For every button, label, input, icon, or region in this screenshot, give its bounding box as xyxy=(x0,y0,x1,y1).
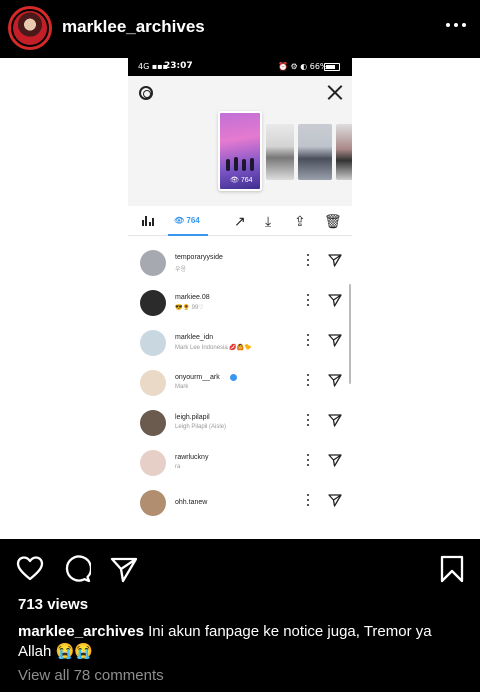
settings-gear-icon[interactable] xyxy=(139,86,153,100)
caption-username[interactable]: marklee_archives xyxy=(18,623,144,640)
viewer-full-name: Mark Lee Indonesia 💋🙆🐤 xyxy=(175,345,252,351)
viewer-avatar[interactable] xyxy=(140,410,166,436)
post-media: 4G ▪▪▪ 23:07 ⏰ ⚙ ◐ 66% 👁 764 👁 764 ↗ ⤓ ⇪… xyxy=(0,58,480,539)
download-icon[interactable]: ⤓ xyxy=(265,214,271,228)
viewer-username[interactable]: leigh.pilapil xyxy=(175,414,210,421)
bookmark-icon[interactable] xyxy=(438,555,466,583)
viewer-full-name: 😎🌻 99♡ xyxy=(175,305,204,311)
viewer-full-name: Mark xyxy=(175,384,189,390)
send-message-icon[interactable] xyxy=(328,453,342,467)
story-screenshot: 4G ▪▪▪ 23:07 ⏰ ⚙ ◐ 66% 👁 764 👁 764 ↗ ⤓ ⇪… xyxy=(128,58,352,539)
viewer-more-icon[interactable] xyxy=(306,254,310,266)
send-message-icon[interactable] xyxy=(328,493,342,507)
story-thumbnail[interactable] xyxy=(298,124,332,180)
viewer-row[interactable]: onyourm__ark Mark xyxy=(128,364,352,404)
status-icons: ⏰ ⚙ ◐ 66% xyxy=(278,62,328,71)
profile-avatar[interactable] xyxy=(8,6,52,50)
delete-trash-icon[interactable]: 🗑 xyxy=(324,214,342,228)
status-time: 23:07 xyxy=(164,61,193,71)
post-caption: marklee_archives Ini akun fanpage ke not… xyxy=(18,622,468,662)
viewer-avatar[interactable] xyxy=(140,250,166,276)
story-insights-tabs: 👁 764 ↗ ⤓ ⇪ 🗑 xyxy=(128,206,352,236)
viewer-more-icon[interactable] xyxy=(306,414,310,426)
viewer-username[interactable]: ohh.tanew xyxy=(175,499,207,506)
viewer-full-name: Leigh Pilapil (Aisle) xyxy=(175,424,227,430)
story-preview-strip: 👁 764 xyxy=(128,76,352,206)
phone-status-bar: 4G ▪▪▪ 23:07 ⏰ ⚙ ◐ 66% xyxy=(128,58,352,76)
viewer-full-name: ra xyxy=(175,464,181,470)
viewer-username[interactable]: onyourm__ark xyxy=(175,374,220,381)
post-username[interactable]: marklee_archives xyxy=(62,17,205,37)
comment-bubble-icon[interactable] xyxy=(63,555,91,583)
viewer-avatar[interactable] xyxy=(140,450,166,476)
viewer-more-icon[interactable] xyxy=(306,334,310,346)
tab-viewers[interactable]: 👁 764 xyxy=(174,216,200,225)
insights-bar-chart-icon[interactable] xyxy=(142,216,154,226)
viewer-username[interactable]: rawrluckny xyxy=(175,454,208,461)
viewer-row[interactable]: marklee_idn Mark Lee Indonesia 💋🙆🐤 xyxy=(128,324,352,364)
promote-trend-icon[interactable]: ↗ xyxy=(234,214,246,228)
story-view-count: 👁 764 xyxy=(230,177,253,184)
viewer-avatar[interactable] xyxy=(140,330,166,356)
avatar-image xyxy=(11,9,49,47)
viewer-list: temporaryyside 우응 markiee.08 😎🌻 99♡ marklee_… xyxy=(128,236,352,539)
viewer-row[interactable]: temporaryyside 우응 xyxy=(128,244,352,284)
more-options-icon[interactable] xyxy=(446,20,466,30)
viewer-row[interactable]: ohh.tanew xyxy=(128,484,352,524)
viewer-list-scrollbar[interactable] xyxy=(349,284,351,384)
viewer-username[interactable]: marklee_idn xyxy=(175,334,213,341)
send-message-icon[interactable] xyxy=(328,373,342,387)
viewer-avatar[interactable] xyxy=(140,490,166,516)
viewer-more-icon[interactable] xyxy=(306,494,310,506)
send-message-icon[interactable] xyxy=(328,253,342,267)
viewer-username[interactable]: markiee.08 xyxy=(175,294,210,301)
story-thumbnail[interactable] xyxy=(266,124,294,180)
battery-icon xyxy=(324,63,340,71)
viewer-username[interactable]: temporaryyside xyxy=(175,254,223,261)
viewer-row[interactable]: rawrluckny ra xyxy=(128,444,352,484)
heart-icon[interactable] xyxy=(16,555,44,583)
verified-badge-icon xyxy=(230,374,237,381)
close-icon[interactable] xyxy=(327,84,343,100)
story-thumbnail[interactable] xyxy=(336,124,352,180)
send-message-icon[interactable] xyxy=(328,333,342,347)
send-message-icon[interactable] xyxy=(328,293,342,307)
viewer-more-icon[interactable] xyxy=(306,294,310,306)
viewer-row[interactable]: markiee.08 😎🌻 99♡ xyxy=(128,284,352,324)
paper-plane-icon[interactable] xyxy=(110,555,138,583)
viewer-avatar[interactable] xyxy=(140,290,166,316)
viewer-more-icon[interactable] xyxy=(306,454,310,466)
post-action-bar xyxy=(0,539,480,595)
story-thumbnail-selected[interactable]: 👁 764 xyxy=(218,111,262,191)
send-message-icon[interactable] xyxy=(328,413,342,427)
post-header: marklee_archives xyxy=(0,0,480,58)
share-upload-icon[interactable]: ⇪ xyxy=(294,214,306,228)
view-comments-link[interactable]: View all 78 comments xyxy=(18,667,164,684)
viewer-full-name: 우응 xyxy=(175,267,187,273)
viewer-more-icon[interactable] xyxy=(306,374,310,386)
viewer-row[interactable]: leigh.pilapil Leigh Pilapil (Aisle) xyxy=(128,404,352,444)
view-count[interactable]: 713 views xyxy=(18,596,88,613)
viewer-avatar[interactable] xyxy=(140,370,166,396)
